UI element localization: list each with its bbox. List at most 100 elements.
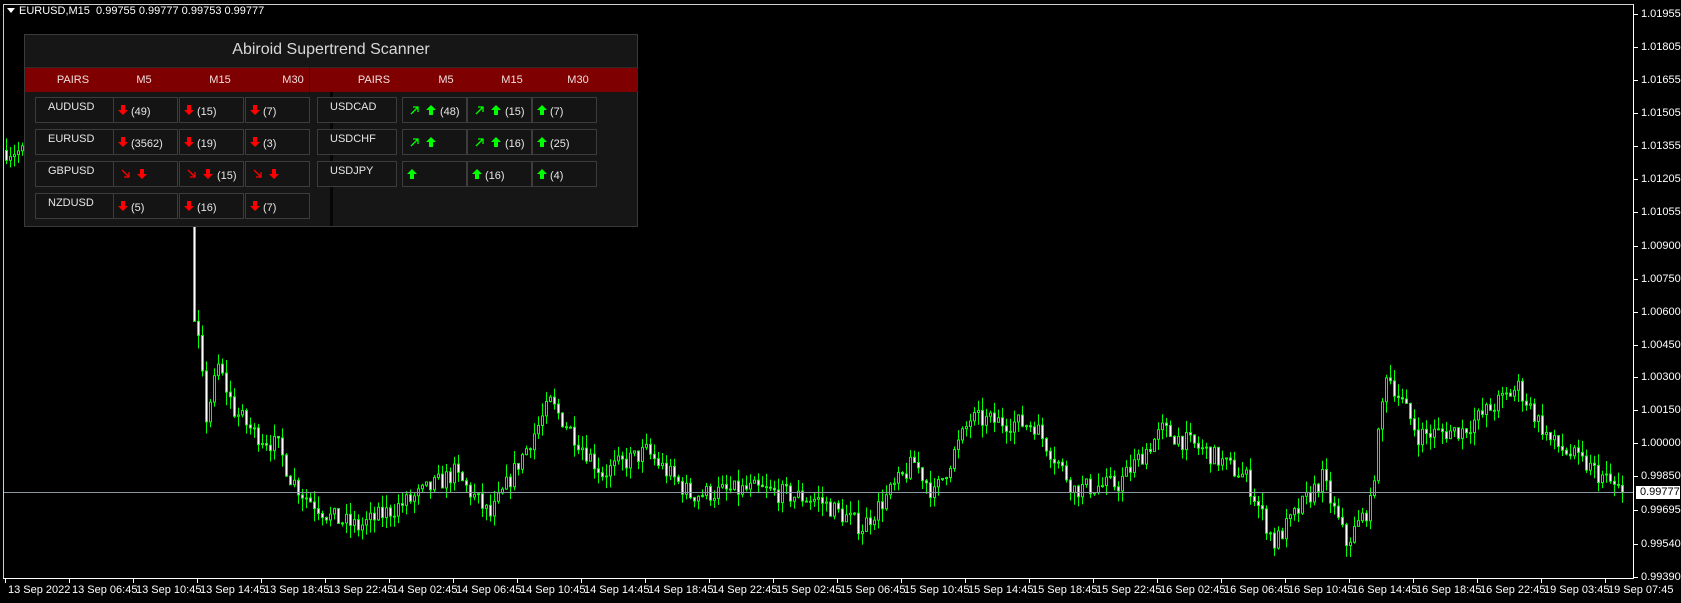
candle-body <box>885 494 888 510</box>
signal-cell-usdcad-m30[interactable]: (7) <box>532 97 597 123</box>
candle-body <box>521 454 524 470</box>
signal-cell-usdchf-m5[interactable] <box>402 129 467 155</box>
candle-body <box>1193 434 1196 444</box>
signal-cell-nzdusd-m30[interactable]: (7) <box>245 193 310 219</box>
candle-body <box>565 426 568 429</box>
price-label: 1.01955 <box>1641 8 1681 20</box>
candle-body <box>1609 473 1612 482</box>
bar-count: (15) <box>505 106 525 118</box>
candle-body <box>1445 431 1448 440</box>
time-tick <box>773 578 774 583</box>
candle-body <box>1241 473 1244 478</box>
candle-body <box>749 482 752 490</box>
signal-cell-usdcad-m15[interactable]: (15) <box>467 97 532 123</box>
pair-cell-gbpusd[interactable]: GBPUSD <box>35 161 115 187</box>
candle-body <box>289 475 292 486</box>
price-label: 0.99695 <box>1641 504 1681 516</box>
candle-body <box>269 444 272 452</box>
arrow-up-right-icon <box>410 106 419 115</box>
time-label: 13 Sep 18:45 <box>264 584 330 596</box>
signal-cell-usdcad-m5[interactable]: (48) <box>402 97 467 123</box>
candle-body <box>253 427 256 430</box>
candle-body <box>485 504 488 509</box>
signal-cell-nzdusd-m15[interactable]: (16) <box>179 193 244 219</box>
candle-body <box>809 500 812 503</box>
candle-body <box>1293 508 1296 516</box>
candle-body <box>1017 414 1020 423</box>
candle-body <box>641 446 644 462</box>
candle-body <box>773 487 776 491</box>
signal-cell-gbpusd-m30[interactable] <box>245 161 310 187</box>
candle-body <box>977 409 980 413</box>
pair-cell-audusd[interactable]: AUDUSD <box>35 97 115 123</box>
candle-body <box>1061 461 1064 467</box>
candle-body <box>549 396 552 403</box>
bar-count: (16) <box>197 202 217 214</box>
candle-body <box>653 453 656 460</box>
signal-cell-audusd-m5[interactable]: (49) <box>113 97 178 123</box>
candle-body <box>1041 424 1044 440</box>
candle-body <box>781 483 784 504</box>
candle-body <box>1553 435 1556 441</box>
column-header-m15: M15 <box>501 74 523 86</box>
time-tick <box>1285 578 1286 583</box>
signal-cell-eurusd-m30[interactable]: (3) <box>245 129 310 155</box>
pair-cell-eurusd[interactable]: EURUSD <box>35 129 115 155</box>
signal-cell-usdchf-m30[interactable]: (25) <box>532 129 597 155</box>
signal-cell-audusd-m30[interactable]: (7) <box>245 97 310 123</box>
time-label: 15 Sep 14:45 <box>968 584 1034 596</box>
candle-body <box>1373 480 1376 496</box>
signal-cell-eurusd-m15[interactable]: (19) <box>179 129 244 155</box>
candle-body <box>1509 392 1512 397</box>
signal-cell-gbpusd-m5[interactable] <box>113 161 178 187</box>
signal-cell-audusd-m15[interactable]: (15) <box>179 97 244 123</box>
scanner-header-row: PAIRS M5 M15 M30 <box>310 68 638 92</box>
candle-body <box>1525 400 1528 406</box>
signal-cell-usdchf-m15[interactable]: (16) <box>467 129 532 155</box>
bar-count: (5) <box>131 202 145 214</box>
price-label: 0.99850 <box>1641 470 1681 482</box>
pair-cell-usdchf[interactable]: USDCHF <box>317 129 397 155</box>
signal-cell-usdjpy-m5[interactable] <box>402 161 467 187</box>
candle-body <box>361 524 364 531</box>
pair-cell-usdjpy[interactable]: USDJPY <box>317 161 397 187</box>
candle-body <box>537 424 540 435</box>
candle-body <box>1489 404 1492 411</box>
candle-body <box>309 497 312 503</box>
price-label: 1.01355 <box>1641 140 1681 152</box>
candle-body <box>669 465 672 477</box>
candle-body <box>845 514 848 523</box>
candle-body <box>517 463 520 470</box>
candle-body <box>949 468 952 479</box>
candle-body <box>853 512 856 515</box>
candle-body <box>1021 414 1024 427</box>
dropdown-triangle-icon[interactable] <box>7 8 15 13</box>
signal-cell-usdjpy-m15[interactable]: (16) <box>467 161 532 187</box>
candle-body <box>1321 468 1324 493</box>
candle-body <box>757 479 760 486</box>
candle-body <box>1133 459 1136 473</box>
candle-body <box>509 476 512 488</box>
bar-count: (7) <box>550 106 564 118</box>
signal-cell-usdjpy-m30[interactable]: (4) <box>532 161 597 187</box>
price-tick <box>1634 212 1638 213</box>
candle-body <box>937 478 940 488</box>
signal-cell-eurusd-m5[interactable]: (3562) <box>113 129 178 155</box>
column-header-pairs: PAIRS <box>357 74 391 86</box>
time-label: 13 Sep 14:45 <box>200 584 266 596</box>
candle-body <box>1365 512 1368 522</box>
candle-body <box>1317 483 1320 493</box>
price-tick <box>1634 510 1638 511</box>
signal-cell-gbpusd-m15[interactable]: (15) <box>179 161 244 187</box>
candle-body <box>1069 479 1072 493</box>
candle-body <box>889 483 892 496</box>
candle-body <box>561 412 564 428</box>
pair-cell-nzdusd[interactable]: NZDUSD <box>35 193 115 219</box>
pair-cell-usdcad[interactable]: USDCAD <box>317 97 397 123</box>
time-label: 15 Sep 06:45 <box>840 584 906 596</box>
candle-body <box>1353 525 1356 543</box>
candle-body <box>1341 516 1344 526</box>
signal-cell-nzdusd-m5[interactable]: (5) <box>113 193 178 219</box>
candle-body <box>1309 492 1312 503</box>
candle-body <box>405 494 408 506</box>
